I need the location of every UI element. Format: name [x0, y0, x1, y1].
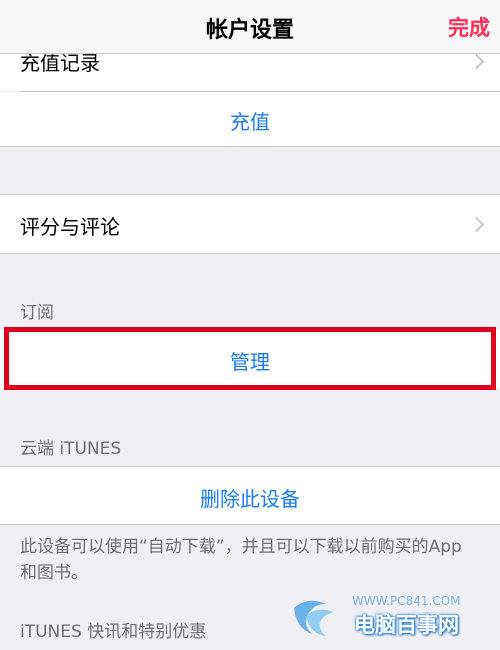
navigation-bar: 帐户设置 完成 — [0, 0, 500, 54]
ratings-reviews-label: 评分与评论 — [20, 215, 120, 239]
recharge-button[interactable]: 充值 — [0, 106, 500, 135]
chevron-right-icon — [468, 216, 485, 233]
page-title: 帐户设置 — [205, 18, 294, 43]
watermark-logo-icon — [294, 600, 334, 636]
ratings-reviews-row[interactable]: 评分与评论 — [0, 195, 500, 253]
divider — [0, 524, 500, 525]
recharge-row[interactable]: 充值 — [0, 92, 500, 146]
device-note-text: 此设备可以使用“自动下载”，并且可以下载以前购买的App 和图书。 — [20, 537, 462, 583]
section-header-subscriptions: 订阅 — [20, 303, 54, 323]
divider — [0, 253, 500, 254]
watermark-url: WWW.PC841.COM — [352, 594, 461, 608]
highlight-box — [4, 327, 496, 390]
section-header-itunes-cloud: 云端 iTUNES — [20, 439, 122, 459]
chevron-right-icon — [468, 53, 485, 70]
done-button[interactable]: 完成 — [448, 12, 490, 42]
section-header-itunes-news: iTUNES 快讯和特别优惠 — [20, 622, 207, 642]
remove-device-row[interactable]: 删除此设备 — [0, 467, 500, 524]
remove-device-button[interactable]: 删除此设备 — [0, 483, 500, 512]
watermark-name: 电脑百事网 — [354, 613, 459, 637]
watermark: WWW.PC841.COM 电脑百事网 — [290, 592, 500, 642]
divider — [0, 146, 500, 147]
